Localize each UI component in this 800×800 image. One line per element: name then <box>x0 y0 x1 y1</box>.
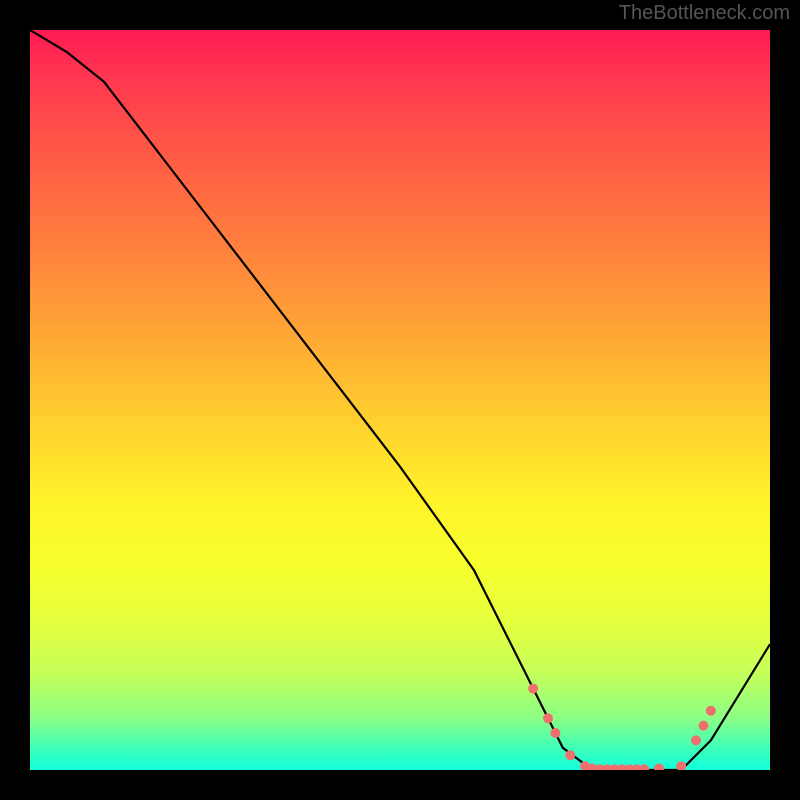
bottleneck-curve <box>30 30 770 770</box>
attribution-label: TheBottleneck.com <box>619 2 790 25</box>
marker-point <box>691 735 701 745</box>
marker-point <box>543 713 553 723</box>
plot-area <box>30 30 770 770</box>
marker-point <box>654 764 664 771</box>
marker-point <box>676 761 686 770</box>
marker-point <box>528 684 538 694</box>
highlight-markers <box>528 684 716 770</box>
chart-svg <box>30 30 770 770</box>
marker-point <box>639 764 649 770</box>
marker-point <box>698 721 708 731</box>
marker-point <box>550 728 560 738</box>
marker-point <box>706 706 716 716</box>
marker-point <box>565 750 575 760</box>
